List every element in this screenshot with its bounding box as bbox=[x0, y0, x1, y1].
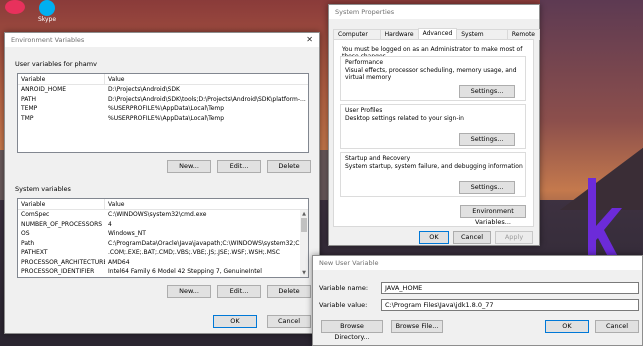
window-title: System Properties bbox=[335, 8, 395, 16]
table-row[interactable]: Path C:\ProgramData\Oracle\Java\javapath… bbox=[18, 239, 308, 249]
table-row[interactable]: TMP %USERPROFILE%\AppData\Local\Temp bbox=[18, 114, 308, 124]
system-edit-button[interactable]: Edit... bbox=[217, 285, 261, 298]
user-profiles-group: User Profiles Desktop settings related t… bbox=[340, 104, 526, 149]
scroll-up-icon[interactable]: ▲ bbox=[300, 210, 308, 218]
dialog-title: New User Variable bbox=[319, 259, 379, 267]
column-header-value[interactable]: Value bbox=[105, 74, 308, 84]
table-row[interactable]: OS Windows_NT bbox=[18, 229, 308, 239]
variable-cell: PROCESSOR_IDENTIFIER bbox=[21, 268, 95, 275]
new-user-variable-dialog: New User Variable Variable name: JAVA_HO… bbox=[312, 255, 643, 346]
variable-cell: NUMBER_OF_PROCESSORS bbox=[21, 220, 103, 228]
table-row[interactable]: PATH D:\Projects\Android\SDK\tools;D:\Pr… bbox=[18, 95, 308, 105]
value-cell: Intel64 Family 6 Model 42 Stepping 7, Ge… bbox=[108, 268, 262, 275]
system-delete-button[interactable]: Delete bbox=[267, 285, 311, 298]
user-delete-button[interactable]: Delete bbox=[267, 160, 311, 173]
ok-button[interactable]: OK bbox=[545, 320, 589, 333]
vertical-scrollbar[interactable]: ▲ ▼ bbox=[300, 210, 308, 277]
cancel-button[interactable]: Cancel bbox=[453, 231, 491, 244]
table-row[interactable]: ComSpec C:\WINDOWS\system32\cmd.exe bbox=[18, 210, 308, 220]
value-cell: Windows_NT bbox=[108, 230, 146, 237]
system-properties-window: System Properties Computer Name Hardware… bbox=[328, 4, 540, 246]
variable-cell: Path bbox=[21, 239, 35, 247]
environment-variables-dialog: Environment Variables ✕ User variables f… bbox=[4, 32, 320, 334]
variable-cell: ANROID_HOME bbox=[21, 86, 67, 93]
system-variables-list[interactable]: Variable Value ComSpec C:\WINDOWS\system… bbox=[17, 198, 309, 278]
variable-value-field[interactable]: C:\Program Files\Java\jdk1.8.0_77 bbox=[381, 299, 639, 311]
ok-button[interactable]: OK bbox=[213, 315, 257, 328]
variable-cell: PROCESSOR_ARCHITECTURE bbox=[21, 258, 105, 266]
column-header-value[interactable]: Value bbox=[105, 199, 308, 209]
performance-group: Performance Visual effects, processor sc… bbox=[340, 56, 526, 101]
dialog-title: Environment Variables bbox=[11, 36, 85, 44]
close-icon[interactable]: ✕ bbox=[306, 33, 313, 47]
user-edit-button[interactable]: Edit... bbox=[217, 160, 261, 173]
variable-cell: PATHEXT bbox=[21, 249, 48, 256]
table-row[interactable]: PATHEXT .COM;.EXE;.BAT;.CMD;.VBS;.VBE;.J… bbox=[18, 248, 308, 258]
desktop-app-icon[interactable] bbox=[0, 0, 30, 22]
value-cell: D:\Projects\Android\SDK\tools;D:\Project… bbox=[108, 95, 306, 103]
variable-cell: OS bbox=[21, 230, 30, 237]
browse-directory-button[interactable]: Browse Directory... bbox=[321, 320, 383, 341]
column-header-variable[interactable]: Variable bbox=[18, 199, 105, 209]
value-cell: 4 bbox=[108, 220, 112, 228]
performance-settings-button[interactable]: Settings... bbox=[459, 85, 515, 98]
user-variables-label: User variables for phamv bbox=[15, 60, 97, 68]
value-cell: C:\WINDOWS\system32\cmd.exe bbox=[108, 211, 207, 218]
variable-cell: ComSpec bbox=[21, 211, 50, 218]
advanced-tab-panel: You must be logged on as an Administrato… bbox=[333, 39, 534, 227]
browse-file-button[interactable]: Browse File... bbox=[391, 320, 443, 333]
variable-name-field[interactable]: JAVA_HOME bbox=[381, 282, 639, 294]
variable-cell: TMP bbox=[21, 114, 34, 122]
table-row[interactable]: TEMP %USERPROFILE%\AppData\Local\Temp bbox=[18, 104, 308, 114]
titlebar[interactable]: New User Variable bbox=[313, 256, 642, 270]
user-profiles-description: Desktop settings related to your sign-in bbox=[345, 115, 464, 122]
environment-variables-button[interactable]: Environment Variables... bbox=[460, 205, 526, 226]
apply-button[interactable]: Apply bbox=[495, 231, 533, 244]
scroll-down-icon[interactable]: ▼ bbox=[300, 269, 308, 277]
variable-name-label: Variable name: bbox=[319, 284, 369, 292]
table-row[interactable]: PROCESSOR_IDENTIFIER Intel64 Family 6 Mo… bbox=[18, 267, 308, 277]
user-profiles-settings-button[interactable]: Settings... bbox=[459, 133, 515, 146]
startup-recovery-description: System startup, system failure, and debu… bbox=[345, 163, 523, 170]
variable-cell: PATH bbox=[21, 95, 37, 103]
user-profiles-title: User Profiles bbox=[345, 107, 383, 114]
table-row[interactable]: PROCESSOR_ARCHITECTURE AMD64 bbox=[18, 258, 308, 268]
startup-recovery-group: Startup and Recovery System startup, sys… bbox=[340, 152, 526, 197]
value-cell: %USERPROFILE%\AppData\Local\Temp bbox=[108, 105, 225, 112]
variable-value-label: Variable value: bbox=[319, 301, 368, 309]
performance-title: Performance bbox=[345, 59, 384, 66]
titlebar[interactable]: System Properties bbox=[329, 5, 539, 19]
user-new-button[interactable]: New... bbox=[167, 160, 211, 173]
table-row[interactable]: ANROID_HOME D:\Projects\Android\SDK bbox=[18, 85, 308, 95]
startup-recovery-title: Startup and Recovery bbox=[345, 155, 411, 162]
value-cell: .COM;.EXE;.BAT;.CMD;.VBS;.VBE;.JS;.JSE;.… bbox=[108, 249, 280, 256]
column-header-variable[interactable]: Variable bbox=[18, 74, 105, 84]
ok-button[interactable]: OK bbox=[419, 231, 449, 244]
table-row[interactable]: NUMBER_OF_PROCESSORS 4 bbox=[18, 220, 308, 230]
value-cell: AMD64 bbox=[108, 258, 130, 266]
titlebar[interactable]: Environment Variables ✕ bbox=[5, 33, 319, 47]
list-header: Variable Value bbox=[18, 199, 308, 210]
value-cell: C:\ProgramData\Oracle\Java\javapath;C:\W… bbox=[108, 239, 308, 247]
cancel-button[interactable]: Cancel bbox=[267, 315, 311, 328]
value-cell: D:\Projects\Android\SDK bbox=[108, 86, 180, 93]
performance-description: Visual effects, processor scheduling, me… bbox=[345, 67, 517, 81]
desktop-icon-label: Skype bbox=[37, 16, 57, 23]
variable-cell: TEMP bbox=[21, 105, 38, 112]
startup-recovery-settings-button[interactable]: Settings... bbox=[459, 181, 515, 194]
system-new-button[interactable]: New... bbox=[167, 285, 211, 298]
scrollbar-thumb[interactable] bbox=[301, 218, 307, 232]
list-header: Variable Value bbox=[18, 74, 308, 85]
cancel-button[interactable]: Cancel bbox=[595, 320, 639, 333]
system-variables-label: System variables bbox=[15, 185, 71, 193]
value-cell: %USERPROFILE%\AppData\Local\Temp bbox=[108, 114, 225, 122]
skype-desktop-icon[interactable]: Skype bbox=[32, 0, 62, 23]
user-variables-list[interactable]: Variable Value ANROID_HOME D:\Projects\A… bbox=[17, 73, 309, 153]
